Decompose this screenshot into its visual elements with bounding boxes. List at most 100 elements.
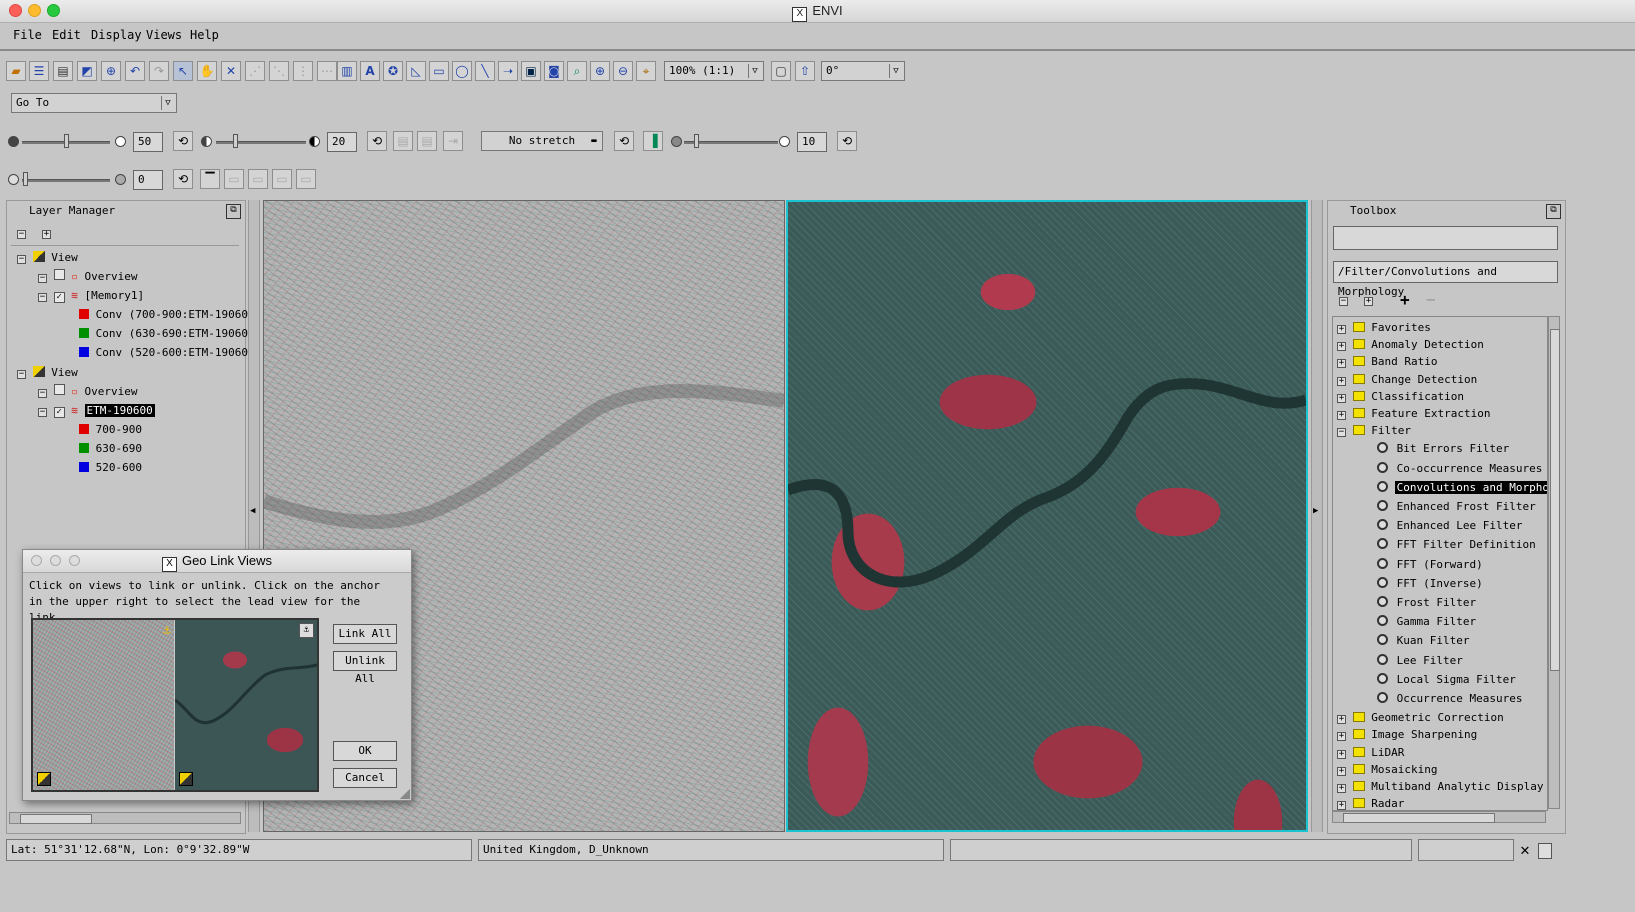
zoom-fit-icon[interactable]: ⌖ [636,61,656,81]
expand-icon[interactable]: + [1337,376,1346,386]
collapse-right-icon[interactable]: ▶ [1313,506,1318,516]
scroll-thumb[interactable] [1343,813,1495,823]
text-annotation-icon[interactable]: A [360,61,380,81]
rotation-select[interactable]: 0° ▽ [821,61,905,81]
overview-checkbox[interactable] [53,269,65,280]
menu-views[interactable]: Views [146,28,182,42]
collapse-all-icon[interactable]: − [1339,297,1348,306]
tree-layer-etm[interactable]: − ✓ ≋ ETM-190600 [38,401,155,420]
toolbox-tool[interactable]: Occurrence Measures [1377,690,1524,707]
reset-stretch-icon[interactable]: ⟲ [614,131,634,151]
toolbox-folder[interactable]: + Feature Extraction [1337,405,1490,422]
toolbox-tool[interactable]: Enhanced Frost Filter [1377,498,1538,515]
rectangle-annotation-icon[interactable]: ▭ [429,61,449,81]
toolbox-folder[interactable]: + Classification [1337,388,1464,405]
view-option-icon-2[interactable]: ▭ [248,169,268,189]
layer-icon[interactable]: ◩ [77,61,97,81]
view-option-icon-1[interactable]: ▭ [224,169,244,189]
collapse-all-icon[interactable]: − [17,230,26,239]
undock-icon[interactable]: ⧉ [1546,204,1561,219]
expand-all-icon[interactable]: + [42,230,51,239]
tree-view-2[interactable]: − View [17,363,78,382]
toolbox-tool[interactable]: Kuan Filter [1377,632,1471,649]
reset-brightness-icon[interactable]: ⟲ [173,131,193,151]
toolbox-folder[interactable]: + Multiband Analytic Display [1337,778,1543,795]
right-panel-splitter[interactable]: ▶ [1311,200,1323,832]
zoom-out-icon[interactable]: ⊖ [613,61,633,81]
open-file-icon[interactable]: ▰ [6,61,26,81]
toolbox-tool[interactable]: Co-occurrence Measures [1377,460,1544,477]
goto-combo[interactable]: Go To ▽ [11,93,177,113]
tree-overview-1[interactable]: − ▫ Overview [38,267,137,286]
ruler-icon[interactable]: ▔ [200,169,220,189]
tree-band[interactable]: 700-900 [79,420,142,439]
toolbox-folder[interactable]: + Anomaly Detection [1337,336,1484,353]
toolbox-vscroll[interactable] [1548,316,1560,809]
toolbox-path-field[interactable]: /Filter/Convolutions and Morphology [1333,261,1558,298]
expand-icon[interactable]: + [1337,801,1346,810]
picture-annotation-icon[interactable]: ▣ [521,61,541,81]
collapse-icon[interactable]: − [1337,428,1346,438]
preview-view-right[interactable]: ⚓ [175,620,317,790]
expand-icon[interactable]: + [1337,393,1346,403]
link-all-button[interactable]: Link All [333,624,397,644]
toolbox-search-input[interactable] [1333,226,1558,250]
ellipse-annotation-icon[interactable]: ◯ [452,61,472,81]
transparency-slider[interactable] [22,179,110,182]
overview-checkbox[interactable] [53,384,65,395]
toolbox-tool[interactable]: Gamma Filter [1377,613,1478,630]
vector-icon-2[interactable]: ⋱ [269,61,289,81]
tree-band[interactable]: 630-690 [79,439,142,458]
toolbox-folder[interactable]: − Filter [1337,422,1411,439]
layer-checkbox[interactable]: ✓ [53,407,65,418]
grid-icon[interactable]: ▥ [337,61,357,81]
tree-band[interactable]: 520-600 [79,458,142,477]
remove-favorite-icon[interactable]: − [1426,290,1436,309]
transparency-value-field[interactable]: 0 [133,170,163,190]
tree-band[interactable]: Conv (520-600:ETM-190600) [79,343,261,362]
preview-view-left[interactable]: ⚓ [33,620,174,790]
expand-icon[interactable]: + [1337,766,1346,776]
toolbox-folder[interactable]: + Favorites [1337,319,1431,336]
unlink-all-button[interactable]: Unlink All [333,651,397,685]
view-option-icon-3[interactable]: ▭ [272,169,292,189]
ok-button[interactable]: OK [333,741,397,761]
pan-hand-icon[interactable]: ✋ [197,61,217,81]
add-favorite-icon[interactable]: + [1400,290,1410,309]
menu-display[interactable]: Display [91,28,142,42]
sharpen-slider-thumb[interactable] [694,134,699,148]
layer-checkbox[interactable]: ✓ [53,292,65,303]
line-annotation-icon[interactable]: ╲ [475,61,495,81]
toolbox-folder[interactable]: + Radar [1337,795,1404,810]
sharpen-value-field[interactable]: 10 [797,132,827,152]
collapse-icon[interactable]: − [38,274,47,283]
cancel-button[interactable]: Cancel [333,768,397,788]
stretch-option-icon-2[interactable]: ▤ [417,131,437,151]
toolbox-tool[interactable]: Lee Filter [1377,652,1465,669]
toolbox-tool[interactable]: FFT (Inverse) [1377,575,1485,592]
tree-band[interactable]: Conv (630-690:ETM-190600) [79,324,261,343]
contrast-slider[interactable] [216,141,306,144]
collapse-icon[interactable]: − [38,293,47,302]
toolbox-tool[interactable]: Local Sigma Filter [1377,671,1518,688]
transparency-slider-thumb[interactable] [23,172,28,186]
toolbox-tool[interactable]: Bit Errors Filter [1377,440,1511,457]
layer-manager-hscroll[interactable] [9,812,241,824]
print-icon[interactable]: ▤ [53,61,73,81]
vector-icon-1[interactable]: ⋰ [245,61,265,81]
toolbox-tool[interactable]: Frost Filter [1377,594,1478,611]
toolbox-folder[interactable]: + Mosaicking [1337,761,1437,778]
image-view-right-active[interactable] [786,200,1308,832]
anchor-icon[interactable]: ⚓ [163,623,171,638]
scroll-thumb[interactable] [1550,329,1560,671]
collapse-icon[interactable]: − [38,408,47,417]
cancel-process-icon[interactable]: ✕ [1516,841,1534,859]
toolbox-tool[interactable]: FFT Filter Definition [1377,536,1538,553]
tree-overview-2[interactable]: − ▫ Overview [38,382,137,401]
toolbox-folder[interactable]: + Change Detection [1337,371,1477,388]
resize-grip-icon[interactable] [400,789,410,799]
reset-sharpen-icon[interactable]: ⟲ [837,131,857,151]
expand-icon[interactable]: + [1337,411,1346,420]
north-up-icon[interactable]: ⇧ [795,61,815,81]
expand-icon[interactable]: + [1337,732,1346,742]
